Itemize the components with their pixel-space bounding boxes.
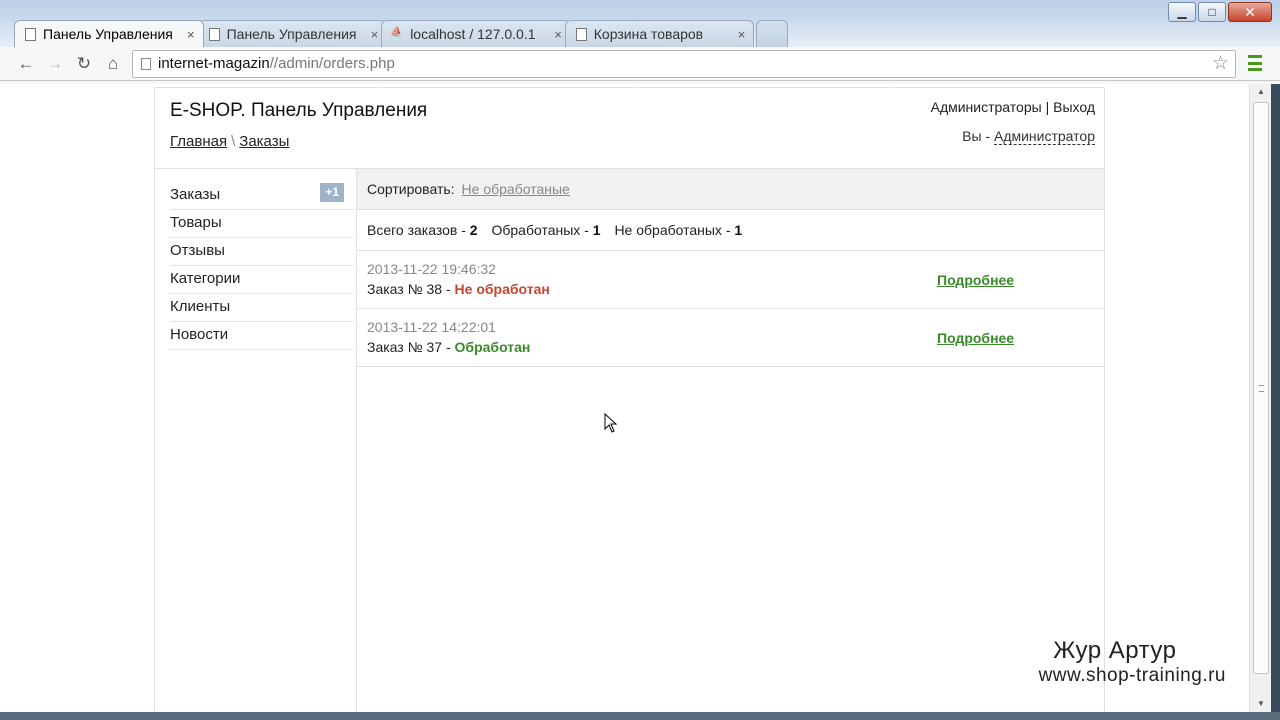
taskbar-edge: [0, 712, 1280, 720]
sidebar-item-label: Товары: [170, 214, 222, 231]
maximize-button[interactable]: □: [1198, 2, 1226, 22]
processed-count: 1: [592, 222, 601, 238]
top-links: Администраторы | Выход: [931, 99, 1095, 115]
watermark-site: www.shop-training.ru: [1038, 665, 1226, 686]
page-icon: [575, 28, 587, 41]
close-window-button[interactable]: ✕: [1228, 2, 1272, 22]
author-watermark: Жур Артур www.shop-training.ru: [1039, 637, 1226, 687]
sidebar-item-orders[interactable]: Заказы +1: [170, 182, 354, 210]
reload-icon[interactable]: ↻: [73, 53, 95, 75]
window-frame: [0, 84, 9, 712]
url-path: //admin/orders.php: [269, 55, 395, 72]
admin-panel: E-SHOP. Панель Управления Главная \ Заказы…: [154, 87, 1105, 712]
tab-title: Панель Управления: [43, 26, 173, 42]
order-status: Не обработан: [454, 281, 550, 297]
url-host: internet-magazin: [158, 55, 270, 72]
tab-title: Корзина товаров: [593, 26, 704, 42]
breadcrumb-orders-link[interactable]: Заказы: [239, 133, 289, 150]
sort-unprocessed-link[interactable]: Не обработаные: [462, 181, 570, 197]
page-title: E-SHOP. Панель Управления: [170, 100, 428, 121]
sidebar-item-label: Клиенты: [170, 298, 231, 315]
order-status: Обработан: [454, 339, 531, 355]
tab-admin-panel-2[interactable]: Панель Управления ×: [197, 20, 388, 47]
back-arrow-icon[interactable]: ←: [15, 53, 37, 75]
page-icon: [25, 28, 36, 41]
browser-titlebar: ▁ □ ✕ Панель Управления × Панель Управле…: [0, 0, 1280, 84]
user-prefix: Вы -: [962, 128, 994, 144]
order-details-link[interactable]: Подробнее: [937, 330, 1014, 346]
sort-bar: Сортировать: Не обработаные: [357, 169, 1104, 210]
order-row: 2013-11-22 19:46:32 Заказ № 38 - Не обра…: [357, 251, 1104, 309]
total-orders-count: 2: [469, 222, 478, 238]
sidebar-item-label: Новости: [170, 326, 229, 343]
sidebar-nav: Заказы +1 Товары Отзывы Категории Клиент…: [170, 182, 354, 350]
window-controls: ▁ □ ✕: [1166, 2, 1272, 22]
tab-close-icon[interactable]: ×: [187, 27, 195, 42]
total-orders-label: Всего заказов -: [367, 222, 470, 238]
sidebar-item-categories[interactable]: Категории: [170, 266, 354, 294]
unprocessed-count: 1: [734, 222, 743, 238]
order-number: Заказ № 37 -: [367, 339, 455, 355]
new-orders-badge: +1: [320, 183, 344, 202]
page-viewport: E-SHOP. Панель Управления Главная \ Заказы…: [9, 84, 1249, 712]
breadcrumb-home-link[interactable]: Главная: [170, 133, 227, 150]
order-row: 2013-11-22 14:22:01 Заказ № 37 - Обработ…: [357, 309, 1104, 367]
breadcrumb-separator: \: [231, 133, 236, 150]
forward-arrow-icon[interactable]: →: [44, 53, 66, 75]
tab-strip: Панель Управления × Панель Управления × …: [14, 20, 789, 47]
browser-menu-icon[interactable]: [1248, 55, 1262, 71]
new-tab-button[interactable]: [756, 20, 789, 47]
tab-title: localhost / 127.0.0.1: [410, 26, 536, 42]
top-links-separator: |: [1041, 99, 1054, 115]
sidebar-item-label: Категории: [170, 270, 241, 287]
tab-phpmyadmin[interactable]: ⛵ localhost / 127.0.0.1 ×: [381, 20, 571, 47]
sidebar-item-products[interactable]: Товары: [170, 210, 354, 238]
tab-close-icon[interactable]: ×: [554, 27, 562, 42]
thumb-grip-icon: [1259, 385, 1264, 392]
current-user: Вы - Администратор: [962, 128, 1095, 145]
tab-admin-panel-1[interactable]: Панель Управления ×: [14, 20, 204, 47]
browser-toolbar: ← → ↻ ⌂ internet-magazin//admin/orders.p…: [0, 47, 1280, 81]
sidebar-item-reviews[interactable]: Отзывы: [170, 238, 354, 266]
orders-content: Сортировать: Не обработаные Всего заказов…: [356, 169, 1104, 712]
user-role-link[interactable]: Администратор: [993, 128, 1095, 145]
tab-close-icon[interactable]: ×: [738, 27, 746, 42]
sidebar-item-label: Отзывы: [170, 242, 225, 259]
order-stats: Всего заказов - 2 Обработаных - 1 Не обр…: [357, 210, 1104, 251]
logout-link[interactable]: Выход: [1053, 99, 1095, 115]
scroll-up-arrow-icon[interactable]: ▲: [1250, 84, 1272, 100]
sidebar-item-label: Заказы: [170, 186, 221, 203]
page-icon: [141, 58, 151, 70]
address-bar[interactable]: internet-magazin//admin/orders.php ☆: [132, 50, 1236, 78]
sort-label: Сортировать:: [367, 181, 455, 197]
vertical-scrollbar[interactable]: ▲ ▼: [1249, 84, 1271, 712]
tab-cart[interactable]: Корзина товаров ×: [564, 20, 755, 47]
scroll-down-arrow-icon[interactable]: ▼: [1250, 696, 1272, 712]
tab-title: Панель Управления: [226, 26, 357, 42]
sidebar-item-news[interactable]: Новости: [170, 322, 354, 350]
sidebar-item-clients[interactable]: Клиенты: [170, 294, 354, 322]
bookmark-star-icon[interactable]: ☆: [1212, 51, 1229, 77]
page-icon: [208, 28, 220, 41]
admins-link[interactable]: Администраторы: [931, 99, 1042, 115]
phpmyadmin-icon: ⛵: [390, 27, 403, 38]
breadcrumb: Главная \ Заказы: [170, 133, 289, 150]
home-icon[interactable]: ⌂: [102, 53, 124, 75]
minimize-button[interactable]: ▁: [1168, 2, 1196, 22]
scrollbar-thumb[interactable]: [1253, 102, 1269, 674]
order-details-link[interactable]: Подробнее: [937, 272, 1014, 288]
watermark-name: Жур Артур: [1053, 637, 1177, 664]
tab-close-icon[interactable]: ×: [371, 27, 379, 42]
unprocessed-label: Не обработаных -: [614, 222, 735, 238]
order-number: Заказ № 38 -: [367, 281, 455, 297]
processed-label: Обработаных -: [491, 222, 593, 238]
